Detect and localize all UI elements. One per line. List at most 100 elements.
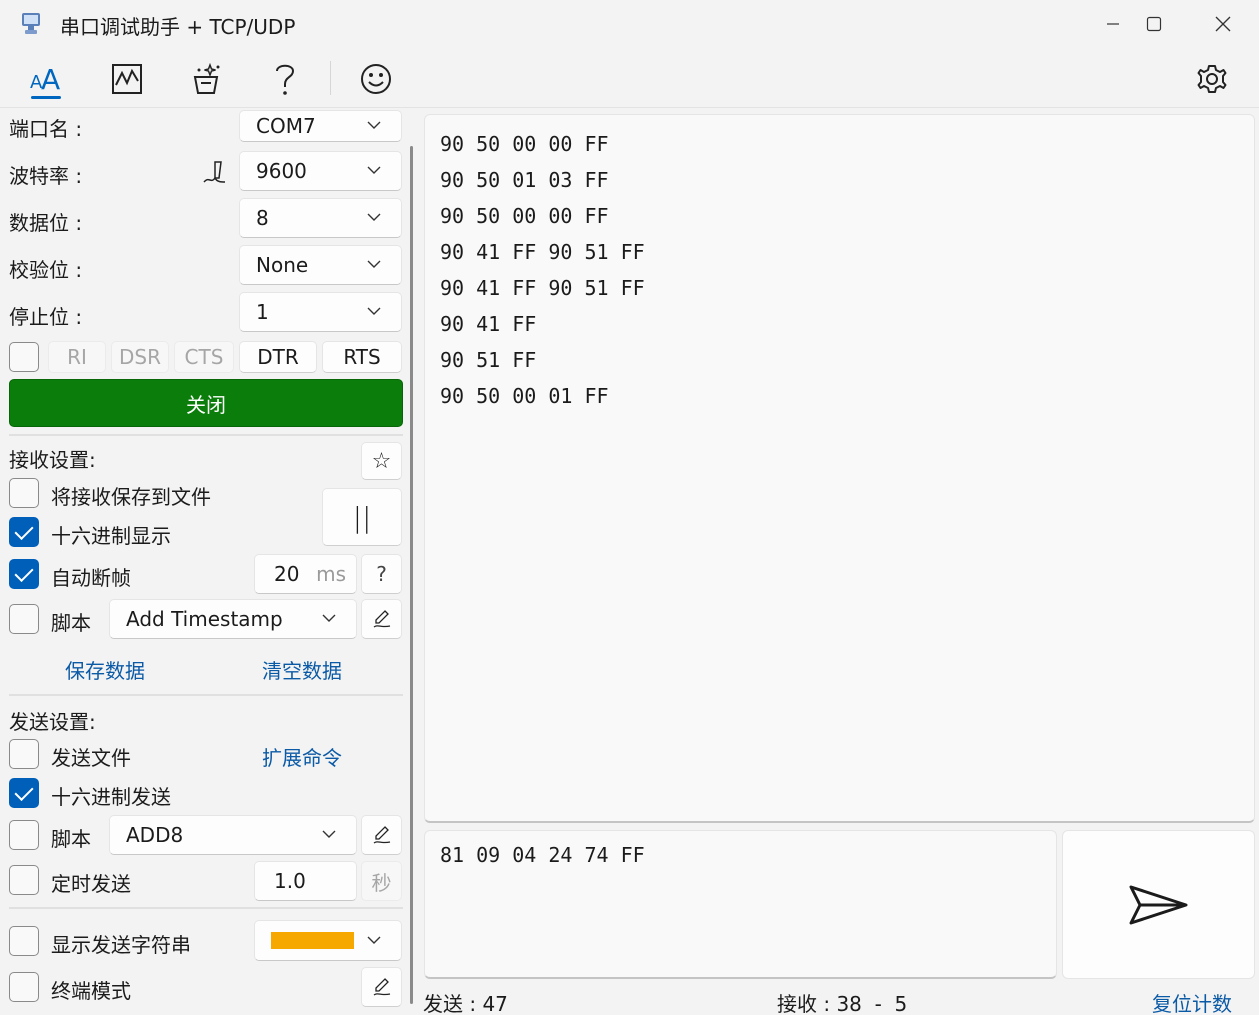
maximize-icon (1146, 16, 1162, 32)
chevron-down-icon (367, 166, 381, 174)
auto-frame-checkbox[interactable] (9, 559, 39, 589)
send-content: 81 09 04 24 74 FF (440, 843, 645, 867)
favorite-button[interactable]: ☆ (361, 442, 402, 480)
parity-label: 校验位 : (9, 258, 83, 282)
timer-unit: 秒 (361, 861, 402, 901)
chevron-down-icon (367, 121, 381, 129)
frame-help-button[interactable]: ? (361, 554, 402, 594)
timer-interval-input[interactable]: 1.0 (254, 861, 357, 901)
extend-command-link[interactable]: 扩展命令 (262, 742, 342, 771)
receive-line: 90 50 00 00 FF (440, 132, 609, 156)
databits-label: 数据位 : (9, 211, 83, 235)
timer-interval-value: 1.0 (274, 869, 306, 893)
receive-script-label: 脚本 (51, 611, 91, 635)
send-file-checkbox[interactable] (9, 739, 39, 769)
frame-unit: ms (316, 562, 346, 586)
signature-pen-icon (373, 610, 390, 628)
terminal-mode-checkbox[interactable] (9, 972, 39, 1002)
terminal-mode-label: 终端模式 (51, 979, 131, 1003)
divider (9, 907, 403, 909)
send-script-select[interactable]: ADD8 (109, 815, 357, 855)
receive-line: 90 41 FF 90 51 FF (440, 240, 645, 264)
hex-send-checkbox[interactable] (9, 778, 39, 808)
stopbits-select[interactable]: 1 (239, 292, 402, 332)
port-select[interactable]: COM7 (239, 110, 402, 142)
divider (9, 694, 403, 696)
toolbar-active-indicator (31, 96, 61, 99)
send-button[interactable] (1062, 830, 1255, 979)
baud-select[interactable]: 9600 (239, 151, 402, 191)
left-panel-scrollbar[interactable] (410, 146, 413, 1004)
font-size-icon: A A (30, 63, 60, 96)
receive-textarea[interactable]: 90 50 00 00 FF 90 50 01 03 FF 90 50 00 0… (424, 114, 1255, 823)
show-send-string-checkbox[interactable] (9, 926, 39, 956)
title-bar: 串口调试助手 + TCP/UDP (0, 0, 1259, 50)
chevron-down-icon (322, 830, 336, 838)
svg-text:A: A (41, 63, 60, 96)
send-textarea[interactable]: 81 09 04 24 74 FF (424, 830, 1057, 979)
chart-button[interactable] (104, 56, 150, 102)
clear-data-link[interactable]: 清空数据 (262, 655, 342, 684)
signal-rts-button[interactable]: RTS (322, 341, 402, 373)
help-button[interactable] (262, 56, 308, 102)
receive-script-select[interactable]: Add Timestamp (109, 599, 357, 639)
signature-pen-icon (373, 826, 390, 844)
reset-count-link[interactable]: 复位计数 (1152, 988, 1232, 1015)
minimize-button[interactable] (1090, 6, 1136, 42)
chart-icon (112, 64, 142, 94)
frame-timeout-value: 20 (274, 562, 300, 586)
color-swatch (271, 932, 354, 949)
divider (9, 434, 403, 436)
save-data-link[interactable]: 保存数据 (65, 655, 145, 684)
toolbar: A A (0, 50, 1259, 108)
close-button[interactable] (1200, 6, 1246, 42)
toolbar-separator (330, 61, 331, 95)
maximize-button[interactable] (1131, 6, 1177, 42)
star-icon: ☆ (371, 448, 392, 474)
stopbits-label: 停止位 : (9, 305, 83, 329)
receive-script-value: Add Timestamp (126, 607, 283, 631)
terminal-edit-button[interactable] (361, 967, 402, 1007)
receive-script-checkbox[interactable] (9, 604, 39, 634)
close-icon (1215, 16, 1231, 32)
receive-line: 90 50 00 01 FF (440, 384, 609, 408)
chevron-down-icon (367, 260, 381, 268)
receive-line: 90 41 FF 90 51 FF (440, 276, 645, 300)
receive-line: 90 51 FF (440, 348, 537, 372)
databits-select[interactable]: 8 (239, 198, 402, 238)
signature-pen-icon (373, 978, 390, 996)
signal-cts: CTS (174, 341, 234, 373)
chevron-down-icon (367, 213, 381, 221)
signal-checkbox[interactable] (9, 342, 39, 372)
receive-line: 90 41 FF (440, 312, 537, 336)
receive-script-edit-button[interactable] (361, 599, 402, 639)
minimize-icon (1107, 23, 1119, 25)
send-icon (1129, 885, 1187, 924)
settings-button[interactable] (1189, 56, 1235, 102)
chevron-down-icon (367, 307, 381, 315)
stopbits-value: 1 (256, 300, 269, 324)
hex-display-checkbox[interactable] (9, 517, 39, 547)
timer-send-checkbox[interactable] (9, 865, 39, 895)
save-to-file-label: 将接收保存到文件 (51, 485, 211, 509)
port-value: COM7 (256, 114, 316, 138)
smiley-button[interactable] (353, 56, 399, 102)
open-close-button[interactable]: 关闭 (9, 379, 403, 427)
app-icon (22, 13, 40, 34)
receive-line: 90 50 00 00 FF (440, 204, 609, 228)
pause-icon: || (352, 500, 372, 534)
frame-timeout-input[interactable]: 20 ms (254, 554, 357, 594)
send-script-edit-button[interactable] (361, 815, 402, 855)
magic-wand-button[interactable] (183, 56, 229, 102)
save-to-file-checkbox[interactable] (9, 478, 39, 508)
port-label: 端口名 : (9, 117, 83, 141)
magic-wand-icon (193, 63, 220, 94)
timer-send-label: 定时发送 (51, 872, 131, 896)
parity-select[interactable]: None (239, 245, 402, 285)
send-file-label: 发送文件 (51, 746, 131, 770)
pen-icon[interactable] (201, 160, 227, 186)
pause-button[interactable]: || (322, 488, 402, 546)
received-count: 接收 : 38 - 5 (777, 992, 908, 1015)
signal-dtr-button[interactable]: DTR (239, 341, 317, 373)
send-script-checkbox[interactable] (9, 820, 39, 850)
